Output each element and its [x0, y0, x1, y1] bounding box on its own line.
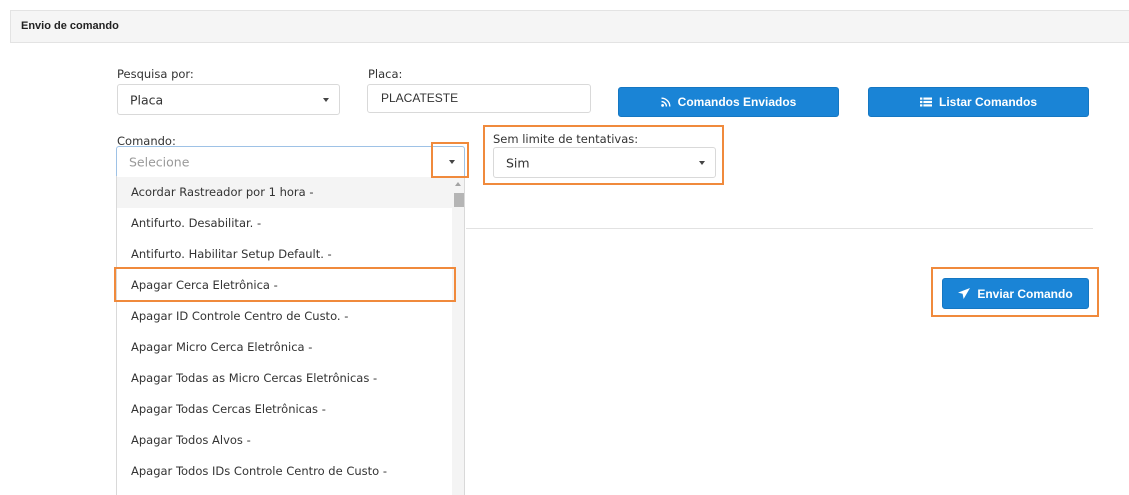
- command-option[interactable]: Apagar Todas as Micro Cercas Eletrônicas…: [117, 363, 452, 394]
- command-option[interactable]: Apagar Todos Alvos -: [117, 425, 452, 456]
- command-option[interactable]: Apagar Todas Cercas Eletrônicas -: [117, 394, 452, 425]
- highlight-send-button: [931, 267, 1099, 317]
- section-divider: [466, 228, 1093, 229]
- plate-input[interactable]: PLACATESTE: [367, 84, 591, 113]
- panel-title: Envio de comando: [21, 20, 119, 32]
- command-option[interactable]: Acordar Rastreador por 1 hora -: [117, 177, 452, 208]
- plate-label: Placa:: [368, 67, 403, 81]
- highlight-command-caret: [431, 142, 469, 178]
- dropdown-scrollbar[interactable]: [452, 176, 464, 495]
- search-by-select[interactable]: Placa: [117, 84, 340, 115]
- scroll-up-icon[interactable]: [455, 182, 461, 186]
- list-commands-button[interactable]: Listar Comandos: [868, 87, 1089, 117]
- list-commands-label: Listar Comandos: [938, 95, 1037, 109]
- command-placeholder: Selecione: [129, 154, 190, 170]
- highlight-retry-limit: [483, 125, 724, 185]
- list-icon: [919, 97, 932, 107]
- scrollbar-thumb[interactable]: [454, 193, 464, 207]
- command-select[interactable]: Selecione: [116, 146, 465, 177]
- sent-commands-label: Comandos Enviados: [677, 95, 797, 109]
- command-option[interactable]: Antifurto. Desabilitar. -: [117, 208, 452, 239]
- highlight-option-apagar-cerca: [114, 267, 456, 302]
- panel-header: Envio de comando: [10, 10, 1129, 43]
- command-option[interactable]: Apagar ID Controle Centro de Custo. -: [117, 301, 452, 332]
- plate-value: PLACATESTE: [381, 91, 459, 105]
- command-option[interactable]: Apagar Micro Cerca Eletrônica -: [117, 332, 452, 363]
- sent-commands-button[interactable]: Comandos Enviados: [618, 87, 839, 117]
- chevron-down-icon: [323, 98, 329, 102]
- rss-icon: [660, 97, 671, 107]
- search-by-label: Pesquisa por:: [117, 67, 194, 81]
- command-dropdown-list[interactable]: Acordar Rastreador por 1 hora - Antifurt…: [116, 176, 465, 495]
- command-option[interactable]: Antifurto. Habilitar Setup Default. -: [117, 239, 452, 270]
- search-by-value: Placa: [130, 92, 164, 107]
- command-option[interactable]: Apagar Todos IDs Controle Centro de Cust…: [117, 456, 452, 487]
